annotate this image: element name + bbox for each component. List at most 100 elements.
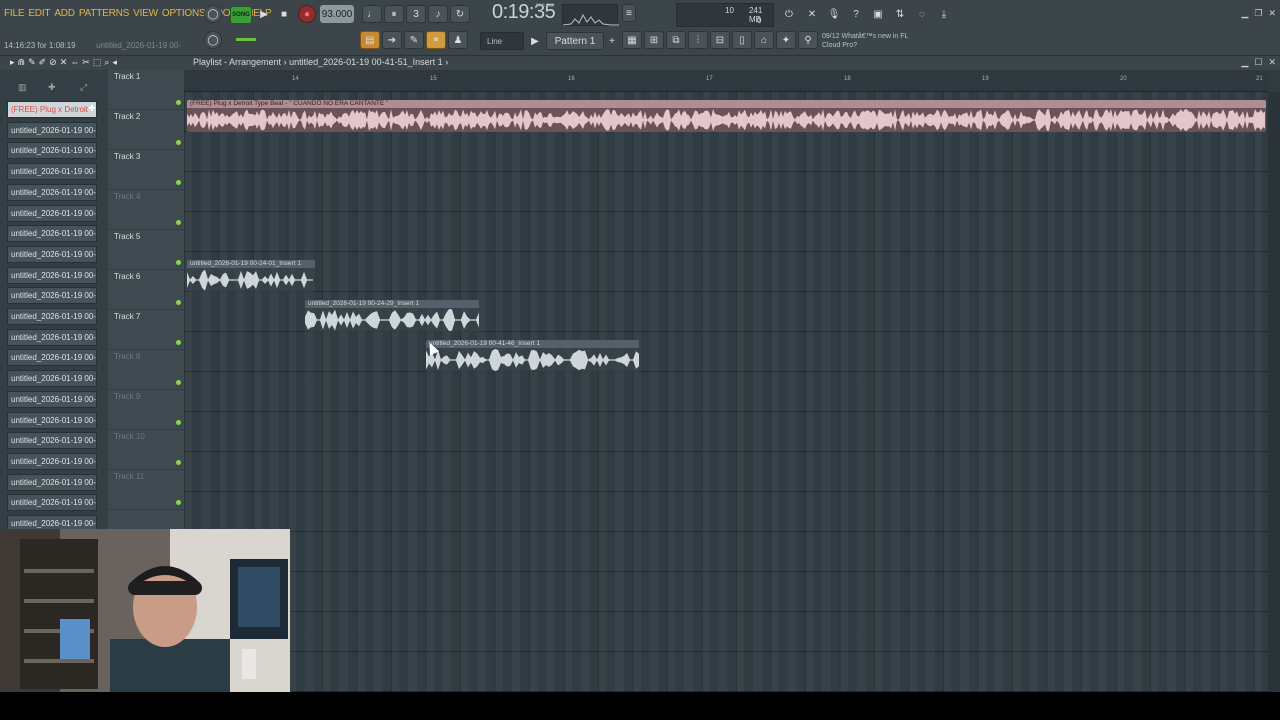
pattern-item[interactable]: untitled_2026-01-19 00- [7, 183, 97, 201]
clip-beat[interactable]: (FREE) Plug x Detroit Type Beat - " CUAN… [187, 100, 1266, 132]
play-icon[interactable]: ▶ [254, 5, 274, 23]
menu-edit[interactable]: EDIT [28, 8, 50, 19]
export-icon[interactable]: ⇅ [890, 5, 910, 23]
playlist-icon[interactable]: ▤ [360, 31, 380, 49]
pattern-item[interactable]: untitled_2026-01-19 00- [7, 349, 97, 367]
track-enable-led[interactable] [176, 220, 181, 225]
clip-vocal-3[interactable]: untitled_2026-01-19 00-41-46_Insert 1 [426, 340, 639, 372]
pattern-item[interactable]: untitled_2026-01-19 00- [7, 266, 97, 284]
playback-icon[interactable]: ◂ [112, 57, 117, 68]
pattern-item[interactable]: untitled_2026-01-19 00- [7, 245, 97, 263]
news-panel[interactable]: 09/12 Whatâ€™s new in FL Cloud Pro? [822, 32, 922, 50]
add-pattern-icon[interactable]: + [606, 32, 618, 50]
playlist-minimize-icon[interactable]: ▁ [1241, 57, 1248, 68]
menu-view[interactable]: VIEW [133, 8, 158, 19]
pattern-item[interactable]: untitled_2026-01-19 00- [7, 411, 97, 429]
track-enable-led[interactable] [176, 100, 181, 105]
menu-patterns[interactable]: PATTERNS [79, 8, 129, 19]
loop-record-icon[interactable]: ↻ [450, 5, 470, 23]
prev-pattern-icon[interactable]: ▶ [528, 32, 542, 50]
mic-icon[interactable]: 🎙 [824, 5, 844, 23]
link-icon[interactable]: ⚭ [426, 31, 446, 49]
pattern-item[interactable]: untitled_2026-01-19 00- [7, 121, 97, 139]
delete-icon[interactable]: ⊘ [49, 57, 57, 68]
pattern-item[interactable]: untitled_2026-01-19 00- [7, 370, 97, 388]
panic-icon[interactable]: ⏻ [780, 5, 798, 23]
pencil-icon[interactable]: ✎ [404, 31, 424, 49]
picker-zoom-icon[interactable]: ✚ [48, 82, 56, 93]
browser-icon[interactable]: ⊟ [710, 31, 730, 49]
countdown-icon[interactable]: 3 [406, 5, 426, 23]
pattern-item[interactable]: untitled_2026-01-19 00- [7, 494, 97, 512]
track-enable-led[interactable] [176, 180, 181, 185]
zoom-icon[interactable]: ⌕ [104, 57, 109, 68]
mixer-icon[interactable]: ✕ [802, 5, 822, 23]
track-header[interactable]: Track 6 [108, 270, 184, 310]
track-enable-led[interactable] [176, 500, 181, 505]
menu-arrow-icon[interactable]: ▸ [10, 57, 15, 68]
piano-roll-icon[interactable]: ⧉ [666, 31, 686, 49]
plugin-icon[interactable]: ⌂ [754, 31, 774, 49]
paint-icon[interactable]: ✐ [39, 57, 47, 68]
pattern-item[interactable]: untitled_2026-01-19 00- [7, 163, 97, 181]
help-icon[interactable]: ? [846, 5, 866, 23]
record-button[interactable]: ● [298, 5, 316, 23]
track-enable-led[interactable] [176, 460, 181, 465]
stamp-icon[interactable]: ♟ [448, 31, 468, 49]
minimize-icon[interactable]: ▁ [1241, 8, 1248, 19]
playlist-maximize-icon[interactable]: ☐ [1254, 57, 1262, 68]
pattern-selector[interactable]: Pattern 1 [546, 32, 604, 50]
playlist-titlebar[interactable]: ▸ ⋒ ✎ ✐ ⊘ ✕ ⇔ ✂ ⬚ ⌕ ◂ Playlist - Arrange… [0, 56, 1280, 70]
pattern-item[interactable]: untitled_2026-01-19 00- [7, 432, 97, 450]
wait-input-icon[interactable]: ⏸ [384, 5, 404, 23]
pitch-knob[interactable]: ◯ [204, 31, 222, 49]
track-header[interactable]: Track 3 [108, 150, 184, 190]
select-icon[interactable]: ⬚ [93, 57, 102, 68]
next-icon[interactable]: ➜ [382, 31, 402, 49]
clip-vocal-1[interactable]: untitled_2026-01-19 00-24-01_Insert 1 [187, 260, 315, 292]
pattern-item[interactable]: untitled_2026-01-19 00- [7, 204, 97, 222]
master-volume-knob[interactable]: ◯ [204, 5, 222, 23]
track-header[interactable]: Track 9 [108, 390, 184, 430]
track-enable-led[interactable] [176, 340, 181, 345]
pattern-item[interactable]: untitled_2026-01-19 00- [7, 328, 97, 346]
pattern-item[interactable]: untitled_2026-01-19 00- [7, 308, 97, 325]
channel-rack-icon[interactable]: ⊞ [644, 31, 664, 49]
pattern-item[interactable]: untitled_2026-01-19 00- [7, 287, 97, 305]
magnet-icon[interactable]: ⋒ [18, 57, 26, 68]
menu-options[interactable]: OPTIONS [162, 8, 206, 19]
track-header[interactable]: Track 5 [108, 230, 184, 270]
scope-mode-icon[interactable]: ≡ [622, 4, 636, 22]
pattern-item[interactable]: untitled_2026-01-19 00- [7, 225, 97, 243]
song-mode-toggle[interactable]: SONG [230, 6, 252, 24]
draw-icon[interactable]: ✎ [28, 57, 36, 68]
file-icon[interactable]: ▯ [732, 31, 752, 49]
mute-icon[interactable]: ✕ [60, 57, 68, 68]
pattern-item[interactable]: untitled_2026-01-19 00- [7, 473, 97, 491]
track-header[interactable]: Track 10 [108, 430, 184, 470]
pattern-item[interactable]: (FREE) Plug x Detroit [7, 101, 97, 118]
pattern-item[interactable]: untitled_2026-01-19 00- [7, 142, 97, 160]
metronome-icon[interactable]: ♩ [362, 5, 382, 23]
track-header[interactable]: Track 4 [108, 190, 184, 230]
clip-vocal-2[interactable]: untitled_2026-01-19 00-24-29_Insert 1 [305, 300, 479, 332]
snap-selector[interactable]: Line [480, 32, 524, 50]
playlist-close-icon[interactable]: ✕ [1268, 57, 1276, 68]
timeline-ruler[interactable]: 14 15 16 17 18 19 20 21 [184, 70, 1268, 92]
slip-icon[interactable]: ⇔ [70, 57, 79, 68]
arrangement-grid[interactable]: (FREE) Plug x Detroit Type Beat - " CUAN… [184, 92, 1268, 692]
close-icon[interactable]: ✕ [1268, 8, 1276, 19]
vertical-scrollbar[interactable] [1268, 92, 1280, 692]
picker-panel-icon[interactable]: ▥ [18, 82, 27, 93]
add-pattern-icon[interactable]: ✚ [88, 103, 96, 114]
pattern-item[interactable]: untitled_2026-01-19 00- [7, 452, 97, 470]
track-header[interactable]: Track 2 [108, 110, 184, 150]
track-header[interactable]: Track 8 [108, 350, 184, 390]
mixer-view-icon[interactable]: ⫶ [688, 31, 708, 49]
restore-icon[interactable]: ❐ [1254, 8, 1262, 19]
wrench-icon[interactable]: ⚲ [798, 31, 818, 49]
track-enable-led[interactable] [176, 300, 181, 305]
stop-icon[interactable]: ■ [274, 5, 294, 23]
track-header[interactable]: Track 7 [108, 310, 184, 350]
tempo-display[interactable]: 93.000 [320, 5, 354, 23]
